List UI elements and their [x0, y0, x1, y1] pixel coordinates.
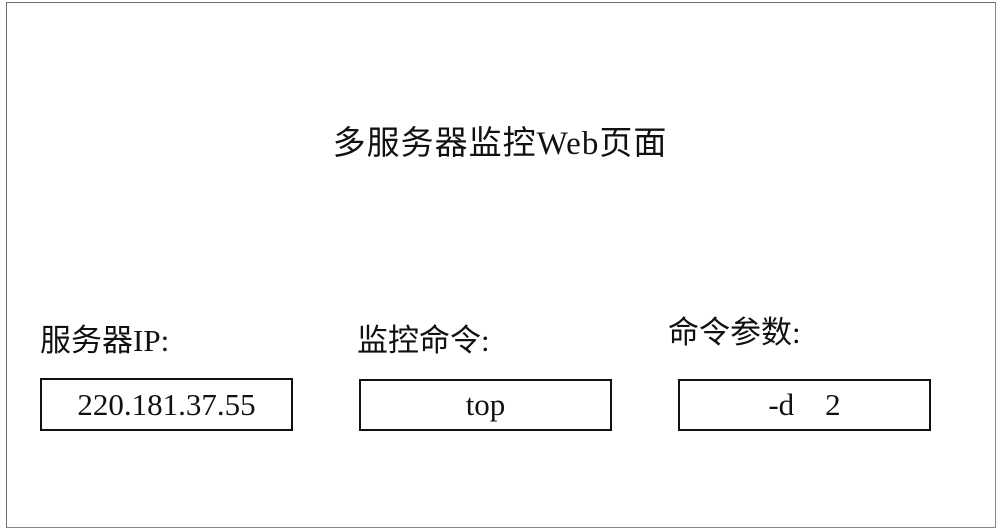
- server-ip-value: 220.181.37.55: [77, 386, 256, 422]
- monitor-command-input[interactable]: top: [359, 379, 612, 431]
- page-title: 多服务器监控Web页面: [332, 126, 668, 162]
- command-params-label: 命令参数:: [668, 315, 801, 350]
- command-params-input[interactable]: -d 2: [678, 379, 931, 431]
- server-ip-input[interactable]: 220.181.37.55: [40, 378, 293, 431]
- server-ip-label: 服务器IP:: [40, 323, 170, 358]
- command-params-value: -d 2: [768, 387, 841, 422]
- monitor-command-label: 监控命令:: [357, 323, 490, 358]
- web-page-frame: [6, 2, 996, 528]
- monitor-command-value: top: [465, 387, 506, 422]
